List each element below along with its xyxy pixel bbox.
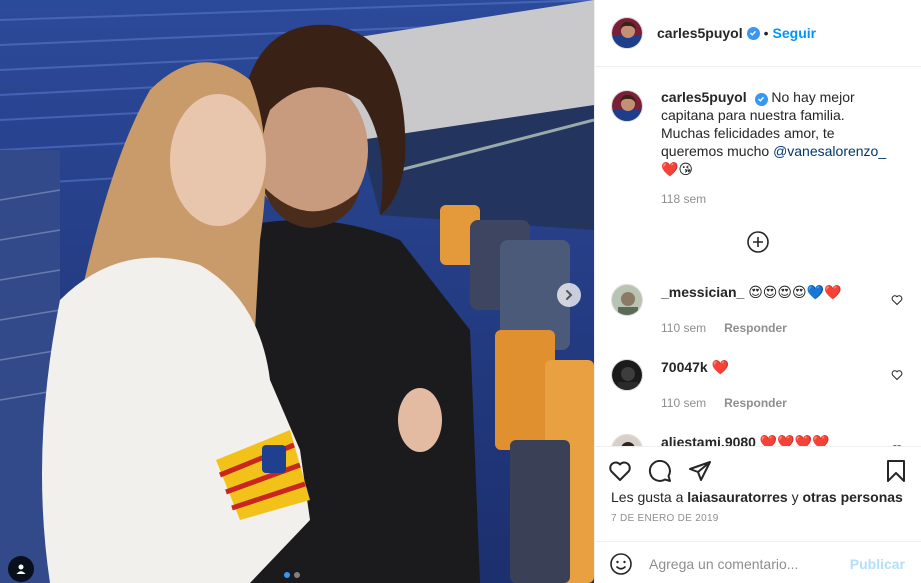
- share-icon: [689, 461, 711, 481]
- post-photo[interactable]: [0, 0, 594, 583]
- caption-username[interactable]: carles5puyol: [661, 89, 747, 105]
- person-tag-icon: [16, 564, 26, 574]
- post-caption: carles5puyol No hay mejor capitana para …: [595, 68, 921, 208]
- comment-body: _messician_ 😍😍😍😍💙❤️ 110 sem Responder: [661, 284, 861, 335]
- follow-button[interactable]: Seguir: [773, 25, 817, 41]
- comment-item: _messician_ 😍😍😍😍💙❤️ 110 sem Responder: [595, 284, 921, 335]
- publish-button[interactable]: Publicar: [850, 556, 905, 572]
- comment-meta: 110 sem Responder: [661, 321, 861, 335]
- like-comment-heart-icon[interactable]: [891, 369, 903, 381]
- verified-badge-icon: [754, 92, 768, 106]
- load-more-comments: [595, 230, 921, 254]
- carousel-next-button[interactable]: [557, 283, 581, 307]
- comment-item: aliestami.9080 ❤️❤️❤️❤️: [595, 434, 921, 446]
- caption-age[interactable]: 118 sem: [661, 190, 891, 208]
- comment-age[interactable]: 110 sem: [661, 396, 706, 410]
- comment-username[interactable]: _messician_: [661, 284, 744, 300]
- photo-scene: [0, 0, 594, 583]
- avatar-image: [612, 91, 642, 121]
- comment-text: ❤️❤️❤️❤️: [759, 434, 830, 446]
- post-author-username[interactable]: carles5puyol: [657, 25, 743, 41]
- comment-body: aliestami.9080 ❤️❤️❤️❤️: [661, 434, 861, 446]
- carousel-dots: [284, 572, 300, 578]
- heart-icon: [609, 461, 631, 481]
- comment-button[interactable]: [647, 458, 673, 484]
- comment-username[interactable]: aliestami.9080: [661, 434, 756, 446]
- likes-and: y: [787, 489, 803, 505]
- carousel-dot: [284, 572, 290, 578]
- post-actions: [595, 447, 921, 495]
- tagged-people-button[interactable]: [8, 556, 34, 582]
- emoji-icon[interactable]: [609, 552, 633, 576]
- reply-button[interactable]: Responder: [724, 396, 787, 410]
- avatar-image: [612, 285, 642, 315]
- comment-body: 70047k ❤️ 110 sem Responder: [661, 359, 861, 410]
- likes-user[interactable]: laiasauratorres: [687, 489, 787, 505]
- comment-input[interactable]: [649, 555, 829, 572]
- comment-meta: 110 sem Responder: [661, 396, 861, 410]
- save-button[interactable]: [883, 458, 909, 484]
- comment-username[interactable]: 70047k: [661, 359, 708, 375]
- chevron-right-icon: [566, 290, 573, 300]
- reply-button[interactable]: Responder: [724, 321, 787, 335]
- caption-emoji: ❤️😘: [661, 161, 694, 177]
- post-footer: Les gusta a laiasauratorres y otras pers…: [595, 446, 921, 575]
- avatar-image: [612, 18, 642, 48]
- like-button[interactable]: [607, 458, 633, 484]
- comment-age[interactable]: 110 sem: [661, 321, 706, 335]
- comment-text: ❤️: [711, 359, 730, 375]
- avatar[interactable]: [611, 284, 643, 316]
- likes-summary: Les gusta a laiasauratorres y otras pers…: [595, 489, 921, 505]
- comments-list[interactable]: carles5puyol No hay mejor capitana para …: [595, 68, 921, 446]
- comment-item: 70047k ❤️ 110 sem Responder: [595, 359, 921, 410]
- avatar-image: [612, 360, 642, 390]
- comment-text: 😍😍😍😍💙❤️: [748, 284, 842, 300]
- caption-body: carles5puyol No hay mejor capitana para …: [661, 88, 891, 208]
- verified-badge-icon: [746, 26, 760, 40]
- share-button[interactable]: [687, 458, 713, 484]
- plus-circle-icon[interactable]: [746, 230, 770, 254]
- carousel-dot: [294, 572, 300, 578]
- avatar[interactable]: [611, 17, 643, 49]
- post-header: carles5puyol • Seguir: [595, 0, 921, 67]
- add-comment-bar: Publicar: [595, 541, 921, 583]
- likes-prefix: Les gusta a: [611, 489, 688, 505]
- header-separator: •: [763, 25, 769, 41]
- bookmark-icon: [887, 460, 905, 482]
- caption-mention[interactable]: @vanesalorenzo_: [773, 143, 886, 159]
- like-comment-heart-icon[interactable]: [891, 294, 903, 306]
- avatar[interactable]: [611, 359, 643, 391]
- likes-others[interactable]: otras personas: [802, 489, 902, 505]
- comment-icon: [648, 459, 671, 482]
- avatar[interactable]: [611, 434, 643, 446]
- avatar-image: [612, 435, 642, 446]
- avatar[interactable]: [611, 90, 643, 122]
- post-side-panel: carles5puyol • Seguir carles5puyol No ha…: [594, 0, 921, 583]
- post-date[interactable]: 7 DE ENERO DE 2019: [595, 513, 921, 524]
